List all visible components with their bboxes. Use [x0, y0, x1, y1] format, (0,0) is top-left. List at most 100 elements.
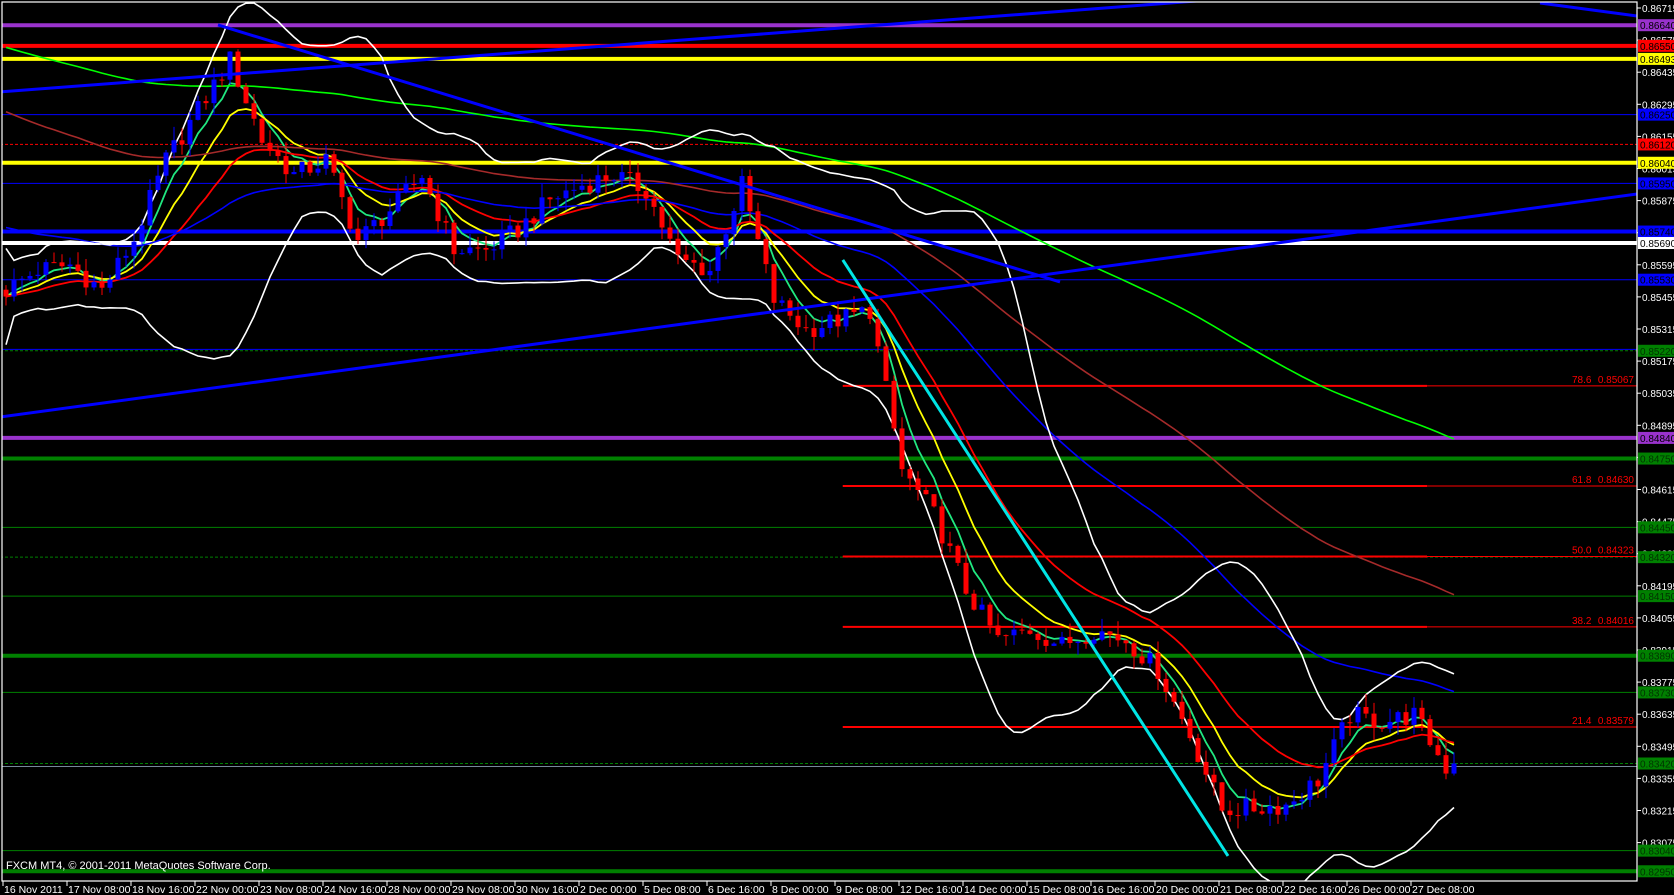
candle-body [1019, 629, 1025, 631]
price-level-label-text: 0.83890 [1640, 652, 1674, 663]
bull-candle [539, 183, 545, 226]
bull-candle [715, 245, 721, 284]
bull-candle [459, 249, 465, 255]
price-level-label[interactable]: 0.83420 [1638, 757, 1674, 770]
price-level-label[interactable]: 0.85740 [1638, 225, 1674, 239]
price-level-label[interactable]: 0.86550 [1638, 39, 1674, 53]
price-axis[interactable]: 0.867150.865750.864350.862950.861550.860… [1637, 4, 1674, 878]
candle-body [51, 262, 57, 264]
bull-candle [723, 229, 729, 260]
candle-body [1315, 780, 1321, 787]
candle-body [1171, 692, 1177, 702]
price-level-label[interactable]: 0.86040 [1638, 156, 1674, 170]
candle-body [99, 281, 105, 288]
candle-body [323, 154, 329, 169]
fibonacci-retracement[interactable]: 78.6 0.85067 61.8 0.84630 50.0 0.84323 38.2 0.8… [842, 375, 1637, 729]
candle-body [1091, 639, 1097, 644]
candle-body [1243, 798, 1249, 816]
bear-candle [379, 217, 385, 240]
price-chart[interactable]: 78.6 0.85067 61.8 0.84630 50.0 0.84323 38.2 0.8… [0, 0, 1674, 895]
bear-candle [1131, 640, 1137, 669]
price-level-label-text: 0.86040 [1640, 159, 1674, 170]
candle-body [1115, 634, 1121, 641]
bear-candle [83, 259, 89, 296]
candle-body [91, 281, 97, 288]
candle-body [1267, 806, 1273, 814]
price-level-label[interactable]: 0.84450 [1638, 521, 1674, 534]
candle-body [131, 241, 137, 256]
price-tick-label: 0.85595 [1642, 261, 1674, 272]
candle-body [811, 328, 817, 337]
price-level-label[interactable]: 0.84150 [1638, 590, 1674, 603]
price-level-label[interactable]: 0.84320 [1638, 551, 1674, 564]
bear-candle [987, 602, 993, 634]
price-level-label[interactable]: 0.83040 [1638, 844, 1674, 858]
time-tick-label: 2 Dec 00:00 [580, 884, 637, 895]
candle-body [987, 604, 993, 626]
price-level-label[interactable]: 0.82950 [1638, 865, 1674, 878]
candle-body [555, 198, 561, 200]
trendline[interactable] [1539, 2, 1637, 18]
price-tick-label: 0.85315 [1642, 325, 1674, 336]
bull-candle [1355, 701, 1361, 728]
candle-body [747, 176, 753, 212]
candle-body [1235, 815, 1241, 817]
price-tick-label: 0.83215 [1642, 807, 1674, 818]
candle-body [1387, 721, 1393, 729]
candle-body [627, 172, 633, 174]
price-level-label[interactable]: 0.86120 [1638, 138, 1674, 151]
bull-candle [315, 156, 321, 176]
bear-candle [203, 95, 209, 110]
candle-body [1307, 780, 1313, 800]
time-tick-label: 18 Nov 16:00 [132, 884, 195, 895]
candle-body [371, 220, 377, 227]
ema-100-line [5, 110, 1455, 596]
time-tick-label: 28 Nov 00:00 [388, 884, 451, 895]
candle-body [731, 210, 737, 235]
price-level-label[interactable]: 0.86493 [1638, 52, 1674, 66]
candle-body [915, 478, 921, 491]
price-level-label[interactable]: 0.86250 [1638, 108, 1674, 122]
bear-candle [771, 263, 777, 312]
price-level-label[interactable]: 0.85690 [1638, 237, 1674, 250]
price-level-label[interactable]: 0.85950 [1638, 177, 1674, 190]
candle-body [83, 270, 89, 288]
time-axis[interactable]: 16 Nov 2011 17 Nov 08:00 18 Nov 16:00 22 No… [2, 881, 1475, 895]
bear-candle [955, 544, 961, 566]
candle-body [1027, 630, 1033, 634]
horizontal-levels [2, 23, 1637, 874]
bear-candle [763, 236, 769, 274]
bear-candle [1227, 800, 1233, 822]
price-level-label[interactable]: 0.85220 [1638, 344, 1674, 358]
bear-candle [1371, 702, 1377, 741]
candle-body [659, 206, 665, 228]
bear-candle [1203, 750, 1209, 783]
bear-candle [1347, 714, 1353, 736]
bear-candle [339, 169, 345, 210]
candle-body [1443, 755, 1449, 774]
price-level-label[interactable]: 0.85530 [1638, 273, 1674, 287]
candle-body [1259, 811, 1265, 814]
bear-candle [1187, 710, 1193, 742]
candle-body [459, 253, 465, 255]
bear-candle [1443, 742, 1449, 780]
bear-candle [1107, 631, 1113, 648]
price-level-label[interactable]: 0.84840 [1638, 431, 1674, 445]
bear-candle [1123, 639, 1129, 653]
price-level-label[interactable]: 0.83890 [1638, 649, 1674, 663]
bull-candle [19, 276, 25, 292]
candle-body [1123, 640, 1129, 644]
time-tick-label: 5 Dec 08:00 [644, 884, 701, 895]
price-tick-label: 0.86435 [1642, 68, 1674, 79]
candle-body [1211, 774, 1217, 783]
trendline[interactable] [0, 192, 1637, 419]
price-level-label-text: 0.85690 [1640, 239, 1674, 250]
candle-body [939, 506, 945, 544]
candle-body [867, 307, 873, 319]
price-level-label[interactable]: 0.86640 [1638, 19, 1674, 32]
price-level-label[interactable]: 0.84750 [1638, 452, 1674, 466]
price-level-label[interactable]: 0.83730 [1638, 686, 1674, 699]
candle-body [1195, 738, 1201, 762]
candle-body [723, 234, 729, 248]
fib-price-label: 0.85067 [1598, 375, 1635, 386]
